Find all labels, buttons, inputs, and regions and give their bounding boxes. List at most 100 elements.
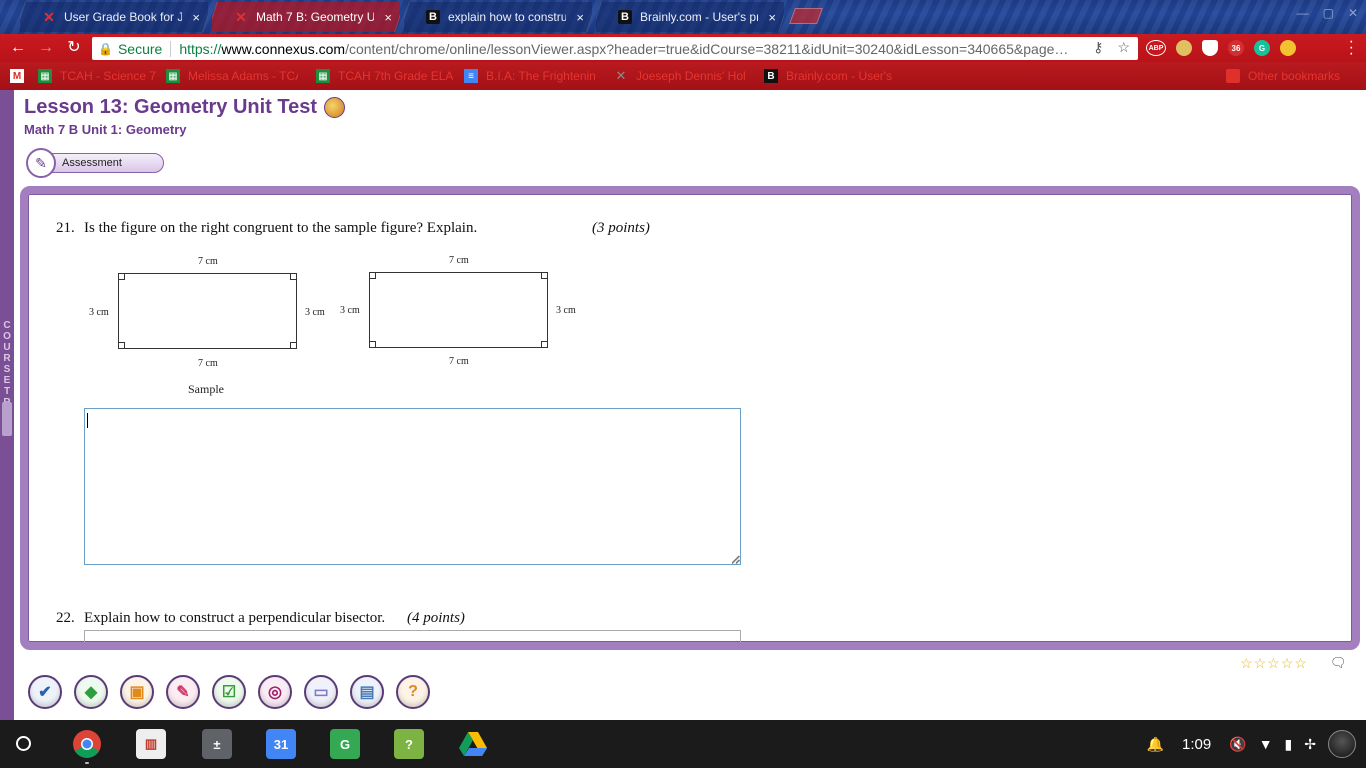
close-icon[interactable]: × — [384, 10, 392, 25]
tab-grade-book[interactable]: ✕ User Grade Book for Joe × — [20, 2, 208, 32]
system-tray[interactable]: 🔔 1:09 🔇 ▼ ▮ ✢ — [1147, 720, 1366, 768]
tab-title: Brainly.com - User's pro — [640, 10, 759, 24]
sample-bottom-length: 7 cm — [198, 358, 218, 369]
gmail-icon: M — [10, 69, 24, 83]
checklist-icon[interactable]: ☑ — [212, 675, 246, 709]
star-icon[interactable]: ☆ — [1254, 655, 1267, 672]
bookmark-brainly[interactable]: B Brainly.com - User's — [764, 68, 892, 84]
key-icon[interactable]: ⚷ — [1093, 39, 1103, 56]
lesson-subtitle: Math 7 B Unit 1: Geometry — [24, 122, 187, 137]
tab-geometry-unit[interactable]: ✕ Math 7 B: Geometry Unit × — [212, 2, 400, 32]
sample-left-length: 3 cm — [89, 307, 109, 318]
course-tree-handle[interactable] — [2, 402, 12, 436]
text-caret — [87, 413, 88, 428]
book-icon[interactable]: ◆ — [74, 675, 108, 709]
calendar-icon[interactable]: 31 — [266, 729, 296, 759]
question-points: (4 points) — [407, 610, 465, 626]
target-icon[interactable]: ◎ — [258, 675, 292, 709]
star-icon[interactable]: ☆ — [1267, 655, 1280, 672]
notification-icon[interactable]: 🔔 — [1147, 736, 1164, 753]
doc-icon: ≡ — [464, 69, 478, 83]
battery-icon[interactable]: ▮ — [1285, 736, 1293, 753]
close-window-icon[interactable]: ✕ — [1348, 6, 1358, 20]
answer-textarea-q22[interactable] — [84, 630, 741, 642]
maps-icon[interactable]: G — [330, 729, 360, 759]
emoji-icon[interactable] — [1280, 40, 1296, 56]
grammarly-icon[interactable]: G — [1254, 40, 1270, 56]
address-bar[interactable]: 🔒 Secure https:// www.connexus.com /cont… — [92, 37, 1138, 60]
secure-label: Secure — [117, 40, 163, 57]
tab-brainly-profile[interactable]: B Brainly.com - User's pro × — [596, 2, 784, 32]
printer-icon[interactable]: ▤ — [350, 675, 384, 709]
star-icon[interactable]: ☆ — [1240, 655, 1253, 672]
star-icon[interactable]: ☆ — [1117, 39, 1130, 56]
extension-icon[interactable] — [1176, 40, 1192, 56]
reload-icon[interactable]: ↻ — [64, 38, 84, 58]
quiz-icon[interactable]: ? — [394, 729, 424, 759]
grid-icon: ▦ — [166, 69, 180, 83]
lesson-page: COURSE TREE Lesson 13: Geometry Unit Tes… — [0, 90, 1366, 720]
backpack-icon[interactable]: ▣ — [120, 675, 154, 709]
clock[interactable]: 1:09 — [1182, 736, 1211, 753]
compare-left-length: 3 cm — [340, 305, 360, 316]
shield-icon[interactable] — [1202, 40, 1218, 56]
maximize-icon[interactable]: ▢ — [1323, 6, 1334, 20]
star-icon[interactable]: ☆ — [1294, 655, 1307, 672]
new-tab-button[interactable] — [789, 8, 823, 24]
abp-icon[interactable]: ABP — [1146, 40, 1166, 56]
lesson-badge-icon — [324, 97, 345, 118]
url-scheme: https:// — [179, 40, 222, 57]
bookmark-other[interactable]: Other bookmarks — [1226, 68, 1340, 84]
lesson-tools: ✔ ◆ ▣ ✎ ☑ ◎ ▭ ▤ ? — [28, 675, 430, 709]
bookmark-gmail[interactable]: M — [10, 68, 32, 84]
extension-tray: ABP 36 G — [1146, 40, 1296, 56]
rectangle-figures: 7 cm 7 cm 3 cm 3 cm Sample 7 cm 7 cm 3 c… — [78, 230, 598, 396]
help-icon[interactable]: ? — [396, 675, 430, 709]
forward-arrow-icon[interactable]: → — [36, 38, 56, 58]
resize-grip-icon[interactable] — [732, 556, 740, 564]
star-icon[interactable]: ☆ — [1281, 655, 1294, 672]
wifi-icon[interactable]: ▼ — [1259, 736, 1273, 752]
assessment-content: 21. Is the figure on the right congruent… — [28, 194, 1352, 642]
close-icon[interactable]: × — [192, 10, 200, 25]
accessibility-icon[interactable]: ✢ — [1304, 736, 1316, 753]
pin-icon[interactable]: ✎ — [166, 675, 200, 709]
blocked-icon[interactable]: 36 — [1228, 40, 1244, 56]
bookmark-label: Brainly.com - User's — [786, 69, 893, 83]
minimize-icon[interactable]: — — [1297, 6, 1309, 20]
bookmark-ela[interactable]: ▦ TCAH 7th Grade ELA — [316, 68, 453, 84]
browser-toolbar: ← → ↻ 🔒 Secure https:// www.connexus.com… — [0, 34, 1366, 62]
question-number: 22. — [56, 610, 75, 626]
connexus-x-icon: ✕ — [43, 8, 55, 25]
close-icon[interactable]: × — [576, 10, 584, 25]
connexus-x-icon: ✕ — [235, 8, 247, 25]
course-tree-panel[interactable]: COURSE TREE — [0, 90, 14, 720]
tab-explain-construct[interactable]: B explain how to construc × — [404, 2, 592, 32]
launcher-icon[interactable] — [16, 736, 31, 751]
tab-title: Math 7 B: Geometry Unit — [256, 10, 375, 24]
grid-icon: ▦ — [316, 69, 330, 83]
bookmark-label: Joeseph Dennis' Hol — [636, 69, 746, 83]
mute-icon[interactable]: 🔇 — [1229, 736, 1246, 753]
calculator-icon[interactable]: ± — [202, 729, 232, 759]
check-icon[interactable]: ✔ — [28, 675, 62, 709]
back-arrow-icon[interactable]: ← — [8, 38, 28, 58]
answer-textarea-q21[interactable] — [84, 408, 741, 565]
running-indicator — [85, 762, 89, 764]
monitor-icon[interactable]: ▭ — [304, 675, 338, 709]
chrome-icon[interactable] — [72, 729, 102, 759]
comment-icon[interactable]: 🗨 — [1330, 655, 1347, 671]
bookmark-joeseph[interactable]: ✕ Joeseph Dennis' Hol — [614, 68, 746, 84]
compare-right-length: 3 cm — [556, 305, 576, 316]
connexus-x-icon: ✕ — [615, 68, 627, 83]
avatar[interactable] — [1328, 730, 1356, 758]
store-icon[interactable]: ▥ — [136, 729, 166, 759]
bookmark-melissa[interactable]: ▦ Melissa Adams - TCA — [166, 68, 298, 84]
os-shelf: ▥ ± 31 G ? 🔔 1:09 🔇 ▼ ▮ ✢ — [0, 720, 1366, 768]
menu-icon[interactable]: · · · — [1349, 34, 1354, 62]
compare-top-length: 7 cm — [449, 255, 469, 266]
bookmark-science[interactable]: ▦ TCAH - Science 7 — [38, 68, 156, 84]
drive-icon[interactable] — [458, 729, 488, 759]
bookmark-bia[interactable]: ≡ B.I.A: The Frightenin — [464, 68, 596, 84]
close-icon[interactable]: × — [768, 10, 776, 25]
